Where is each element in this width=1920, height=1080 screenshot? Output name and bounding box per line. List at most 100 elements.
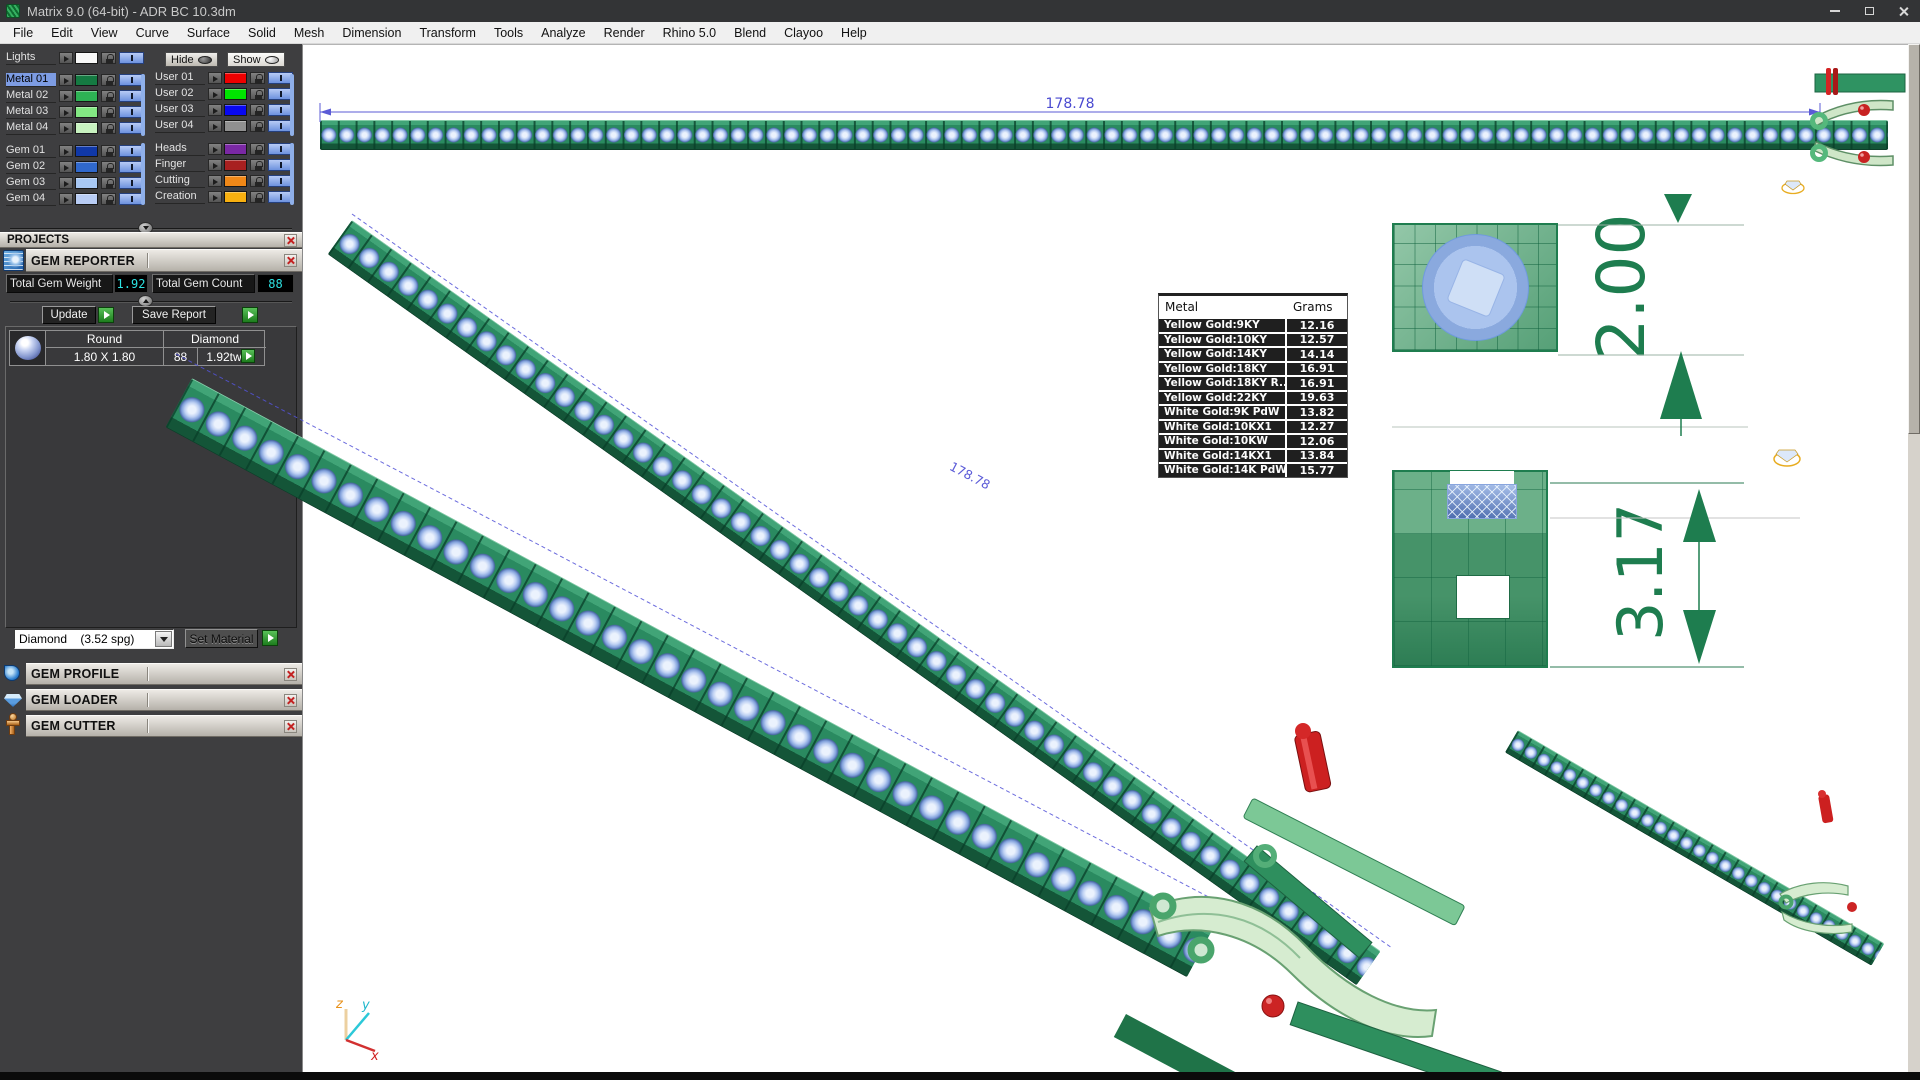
layer-color-swatch[interactable] bbox=[75, 161, 98, 173]
menu-item[interactable]: Tools bbox=[485, 24, 532, 42]
layer-color-swatch[interactable] bbox=[224, 143, 247, 155]
layer-label[interactable]: Gem 02 bbox=[6, 160, 56, 174]
layer-lock-button[interactable] bbox=[101, 106, 116, 118]
gem-loader-close-button[interactable] bbox=[284, 694, 297, 707]
layer-color-swatch[interactable] bbox=[75, 74, 98, 86]
gem-cutter-header[interactable]: GEM CUTTER bbox=[26, 715, 302, 737]
layer-color-swatch[interactable] bbox=[224, 88, 247, 100]
layer-label[interactable]: Metal 03 bbox=[6, 105, 56, 119]
menu-item[interactable]: Solid bbox=[239, 24, 285, 42]
layer-flyout-button[interactable] bbox=[59, 122, 73, 134]
layer-flyout-button[interactable] bbox=[59, 145, 73, 157]
menu-item[interactable]: Render bbox=[595, 24, 654, 42]
menu-item[interactable]: Transform bbox=[410, 24, 485, 42]
layer-lock-button[interactable] bbox=[101, 122, 116, 134]
minimize-button[interactable] bbox=[1818, 0, 1852, 22]
layer-lock-button[interactable] bbox=[101, 145, 116, 157]
layer-lock-button[interactable] bbox=[101, 161, 116, 173]
gem-reporter-close-button[interactable] bbox=[284, 254, 297, 267]
gem-row-action-button[interactable] bbox=[241, 349, 255, 363]
layer-label[interactable]: Creation bbox=[155, 190, 205, 204]
layer-color-swatch[interactable] bbox=[75, 193, 98, 205]
update-run-button[interactable] bbox=[98, 307, 114, 323]
layer-flyout-button[interactable] bbox=[59, 106, 73, 118]
hide-button[interactable]: Hide bbox=[165, 52, 218, 67]
layer-visibility-button[interactable] bbox=[119, 52, 144, 64]
layer-label[interactable]: Finger bbox=[155, 158, 205, 172]
layer-color-swatch[interactable] bbox=[75, 90, 98, 102]
layer-label[interactable]: Gem 01 bbox=[6, 144, 56, 158]
layer-label[interactable]: Metal 04 bbox=[6, 121, 56, 135]
layer-flyout-button[interactable] bbox=[59, 52, 73, 64]
layer-color-swatch[interactable] bbox=[224, 191, 247, 203]
layer-label[interactable]: Gem 03 bbox=[6, 176, 56, 190]
material-dropdown[interactable]: Diamond (3.52 spg) bbox=[14, 629, 174, 649]
layer-color-swatch[interactable] bbox=[75, 122, 98, 134]
viewport-scrollbar[interactable] bbox=[1908, 44, 1920, 1072]
menu-item[interactable]: Dimension bbox=[333, 24, 410, 42]
menu-item[interactable]: Clayoo bbox=[775, 24, 832, 42]
layer-lock-button[interactable] bbox=[250, 72, 265, 84]
layer-color-swatch[interactable] bbox=[224, 175, 247, 187]
menu-item[interactable]: File bbox=[4, 24, 42, 42]
layer-label[interactable]: Heads bbox=[155, 142, 205, 156]
gem-profile-header[interactable]: GEM PROFILE bbox=[26, 663, 302, 685]
layer-label[interactable]: Metal 01 bbox=[6, 73, 56, 87]
close-button[interactable] bbox=[1886, 0, 1920, 22]
layer-lock-button[interactable] bbox=[101, 193, 116, 205]
layer-flyout-button[interactable] bbox=[208, 159, 222, 171]
layer-color-swatch[interactable] bbox=[75, 106, 98, 118]
layer-lock-button[interactable] bbox=[101, 52, 116, 64]
layer-flyout-button[interactable] bbox=[208, 72, 222, 84]
set-material-run-button[interactable] bbox=[262, 630, 278, 646]
layer-flyout-button[interactable] bbox=[59, 161, 73, 173]
layer-lock-button[interactable] bbox=[250, 104, 265, 116]
layer-lock-button[interactable] bbox=[101, 177, 116, 189]
projects-header[interactable]: PROJECTS bbox=[0, 232, 302, 248]
layer-label[interactable]: Gem 04 bbox=[6, 192, 56, 206]
layer-flyout-button[interactable] bbox=[208, 88, 222, 100]
gem-summary-row[interactable]: Round 1.80 X 1.80 Diamond 88 1.92tw bbox=[9, 330, 265, 366]
layer-flyout-button[interactable] bbox=[208, 143, 222, 155]
layer-label[interactable]: User 04 bbox=[155, 119, 205, 133]
layer-lock-button[interactable] bbox=[250, 143, 265, 155]
show-button[interactable]: Show bbox=[227, 52, 285, 67]
layer-color-swatch[interactable] bbox=[224, 104, 247, 116]
layer-label[interactable]: User 03 bbox=[155, 103, 205, 117]
set-material-button[interactable]: Set Material bbox=[185, 629, 258, 648]
layer-lock-button[interactable] bbox=[101, 90, 116, 102]
layer-lock-button[interactable] bbox=[250, 120, 265, 132]
layer-label[interactable]: Metal 02 bbox=[6, 89, 56, 103]
menu-item[interactable]: Curve bbox=[127, 24, 178, 42]
layer-color-swatch[interactable] bbox=[224, 72, 247, 84]
maximize-button[interactable] bbox=[1852, 0, 1886, 22]
dropdown-arrow-icon[interactable] bbox=[155, 631, 172, 647]
menu-item[interactable]: Surface bbox=[178, 24, 239, 42]
layer-label[interactable]: User 02 bbox=[155, 87, 205, 101]
scrollbar-thumb[interactable] bbox=[1908, 44, 1920, 434]
layer-lock-button[interactable] bbox=[250, 175, 265, 187]
layer-color-swatch[interactable] bbox=[224, 120, 247, 132]
menu-item[interactable]: Help bbox=[832, 24, 876, 42]
gem-reporter-header[interactable]: GEM REPORTER bbox=[26, 249, 302, 272]
layer-color-swatch[interactable] bbox=[75, 52, 98, 64]
update-button[interactable]: Update bbox=[42, 306, 96, 324]
menu-item[interactable]: Blend bbox=[725, 24, 775, 42]
layer-flyout-button[interactable] bbox=[59, 177, 73, 189]
layer-lock-button[interactable] bbox=[101, 74, 116, 86]
layer-label[interactable]: Lights bbox=[6, 51, 56, 65]
layer-flyout-button[interactable] bbox=[208, 175, 222, 187]
save-report-run-button[interactable] bbox=[242, 307, 258, 323]
layer-label[interactable]: Cutting bbox=[155, 174, 205, 188]
layer-lock-button[interactable] bbox=[250, 191, 265, 203]
menu-item[interactable]: Rhino 5.0 bbox=[654, 24, 726, 42]
layer-label[interactable]: User 01 bbox=[155, 71, 205, 85]
layer-flyout-button[interactable] bbox=[59, 193, 73, 205]
projects-close-button[interactable] bbox=[284, 234, 297, 247]
menu-item[interactable]: View bbox=[82, 24, 127, 42]
save-report-button[interactable]: Save Report bbox=[132, 306, 216, 324]
layer-color-swatch[interactable] bbox=[224, 159, 247, 171]
layer-flyout-button[interactable] bbox=[59, 74, 73, 86]
gem-cutter-close-button[interactable] bbox=[284, 720, 297, 733]
menu-item[interactable]: Mesh bbox=[285, 24, 334, 42]
